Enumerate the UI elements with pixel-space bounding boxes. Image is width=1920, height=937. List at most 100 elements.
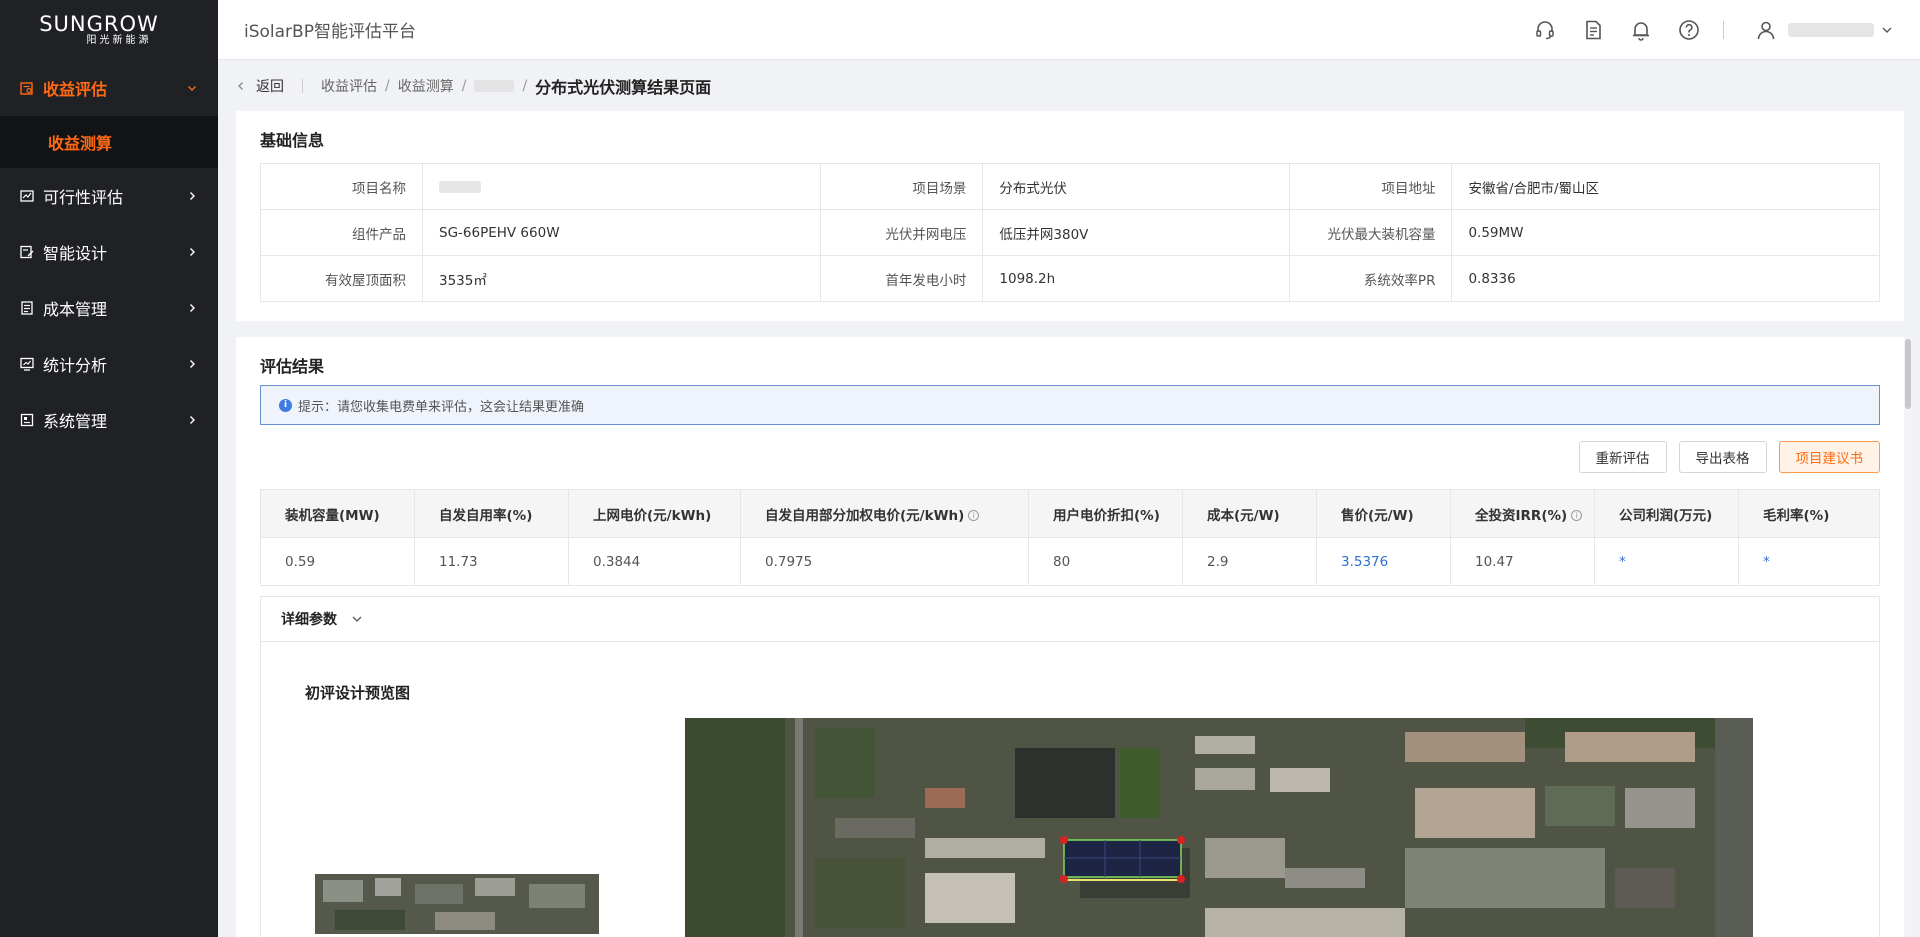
site-thumbnail-image [315,874,599,934]
info-tooltip-icon[interactable]: i [968,510,980,521]
sidebar-item-label: 智能设计 [43,244,108,263]
tip-text: 提示：请您收集电费单来评估，这会让结果更准确 [298,399,585,415]
basic-info-table: 项目名称 项目场景 分布式光伏 项目地址 安徽省/合肥市/蜀山区 组件产品 SG… [260,163,1880,302]
col-header: 公司利润(万元) [1594,489,1739,538]
logo-subtitle: 阳光新能源 [86,35,152,46]
gross-margin-link[interactable]: * [1738,537,1880,586]
info-value: 0.59MW [1451,209,1880,256]
info-key: 首年发电小时 [820,255,984,302]
table-row: 项目名称 项目场景 分布式光伏 项目地址 安徽省/合肥市/蜀山区 [260,163,1880,210]
info-key: 光伏并网电压 [820,209,984,256]
reevaluate-button[interactable]: 重新评估 [1578,441,1667,473]
company-profit-link[interactable]: * [1594,537,1739,586]
table-row: 组件产品 SG-66PEHV 660W 光伏并网电压 低压并网380V 光伏最大… [260,209,1880,256]
info-key: 光伏最大装机容量 [1289,209,1453,256]
evaluation-icon [19,80,35,96]
info-value: 分布式光伏 [982,163,1291,210]
satellite-map-image[interactable] [685,718,1753,937]
user-name-redacted[interactable] [1788,22,1874,37]
col-header: 装机容量(MW) [260,489,415,538]
sidebar-subitem-label: 收益测算 [48,134,113,153]
sidebar-item-cost-management[interactable]: 成本管理 [0,280,218,336]
bell-icon[interactable] [1629,18,1653,42]
table-header-row: 装机容量(MW) 自发自用率(%) 上网电价(元/kWh) 自发自用部分加权电价… [260,489,1880,538]
table-cell: 0.7975 [740,537,1029,586]
chevron-down-icon [351,613,363,625]
sidebar: SUNGROW 阳光新能源 收益评估 收益测算 可行性评估 智能设计 成本管理 … [0,0,218,937]
table-cell: 0.3844 [568,537,741,586]
table-cell: 11.73 [414,537,569,586]
col-header: 成本(元/W) [1182,489,1317,538]
tip-banner: i 提示：请您收集电费单来评估，这会让结果更准确 [260,385,1880,425]
table-cell: 10.47 [1450,537,1595,586]
sidebar-item-label: 可行性评估 [43,188,124,207]
info-key: 项目地址 [1289,163,1453,210]
chevron-right-icon [186,302,198,314]
export-table-button[interactable]: 导出表格 [1678,441,1767,473]
page-scrollbar[interactable] [1904,337,1912,937]
app-title: iSolarBP智能评估平台 [244,22,416,42]
info-key: 系统效率PR [1289,255,1453,302]
info-key: 组件产品 [260,209,423,256]
breadcrumb-project-redacted[interactable] [474,80,515,92]
design-icon [19,244,35,260]
back-label: 返回 [256,79,284,95]
detail-params-toggle[interactable]: 详细参数 [260,596,1880,642]
logo-brand: SUNGROW [39,12,159,36]
table-row: 有效屋顶面积 3535㎡ 首年发电小时 1098.2h 系统效率PR 0.833… [260,255,1880,302]
back-button[interactable]: 返回 [236,76,284,96]
table-cell: 0.59 [260,537,415,586]
logo: SUNGROW 阳光新能源 [0,0,218,60]
info-value: 安徽省/合肥市/蜀山区 [1451,163,1880,210]
col-header: 自发自用率(%) [414,489,569,538]
col-header: 用户电价折扣(%) [1028,489,1183,538]
project-proposal-button[interactable]: 项目建议书 [1778,441,1880,473]
header-divider [1723,20,1724,39]
document-icon[interactable] [1581,18,1605,42]
chevron-down-icon[interactable] [1880,18,1894,42]
info-key: 项目名称 [260,163,423,210]
sidebar-item-label: 统计分析 [43,356,108,375]
sidebar-item-feasibility[interactable]: 可行性评估 [0,168,218,224]
system-icon [19,412,35,428]
info-value-project-name [421,163,822,210]
col-header: 上网电价(元/kWh) [568,489,741,538]
info-value: 低压并网380V [982,209,1291,256]
chevron-left-icon [238,82,243,90]
sale-price-link[interactable]: 3.5376 [1316,537,1451,586]
sidebar-item-system-management[interactable]: 系统管理 [0,392,218,448]
help-icon[interactable] [1677,18,1701,42]
cost-icon [19,300,35,316]
breadcrumb-revenue-evaluation[interactable]: 收益评估 [321,76,377,96]
project-name-redacted [439,180,481,193]
user-icon[interactable] [1754,18,1778,42]
header-tools [1509,18,1894,42]
col-header: 售价(元/W) [1316,489,1451,538]
evaluation-result-card: 评估结果 i 提示：请您收集电费单来评估，这会让结果更准确 重新评估 导出表格 … [236,337,1904,937]
breadcrumb-revenue-calculation[interactable]: 收益测算 [398,76,454,96]
sidebar-subitem-revenue-calculation[interactable]: 收益测算 [0,116,218,168]
chevron-right-icon [186,190,198,202]
info-value: 3535㎡ [421,255,822,302]
sidebar-item-revenue-evaluation[interactable]: 收益评估 [0,60,218,116]
table-row: 0.59 11.73 0.3844 0.7975 80 2.9 3.5376 1… [260,537,1880,586]
action-bar: 重新评估 导出表格 项目建议书 [260,441,1880,473]
sidebar-item-smart-design[interactable]: 智能设计 [0,224,218,280]
chevron-right-icon [186,414,198,426]
sidebar-item-label: 收益评估 [43,80,108,99]
col-header: 自发自用部分加权电价(元/kWh) i [740,489,1029,538]
headset-icon[interactable] [1533,18,1557,42]
info-tooltip-icon[interactable]: i [1571,510,1583,521]
breadcrumb: 返回 收益评估 / 收益测算 / / 分布式光伏测算结果页面 [236,72,711,100]
top-header: iSolarBP智能评估平台 [218,0,1920,60]
info-value: 1098.2h [982,255,1291,302]
sidebar-item-label: 系统管理 [43,412,108,431]
breadcrumb-divider [302,79,303,93]
chart-icon [19,188,35,204]
evaluation-result-title: 评估结果 [260,357,325,376]
scrollbar-thumb[interactable] [1905,339,1911,409]
sidebar-item-statistics[interactable]: 统计分析 [0,336,218,392]
basic-info-card: 基础信息 项目名称 项目场景 分布式光伏 项目地址 安徽省/合肥市/蜀山区 组件… [236,111,1904,321]
detail-params-label: 详细参数 [281,612,337,628]
chevron-right-icon [186,358,198,370]
